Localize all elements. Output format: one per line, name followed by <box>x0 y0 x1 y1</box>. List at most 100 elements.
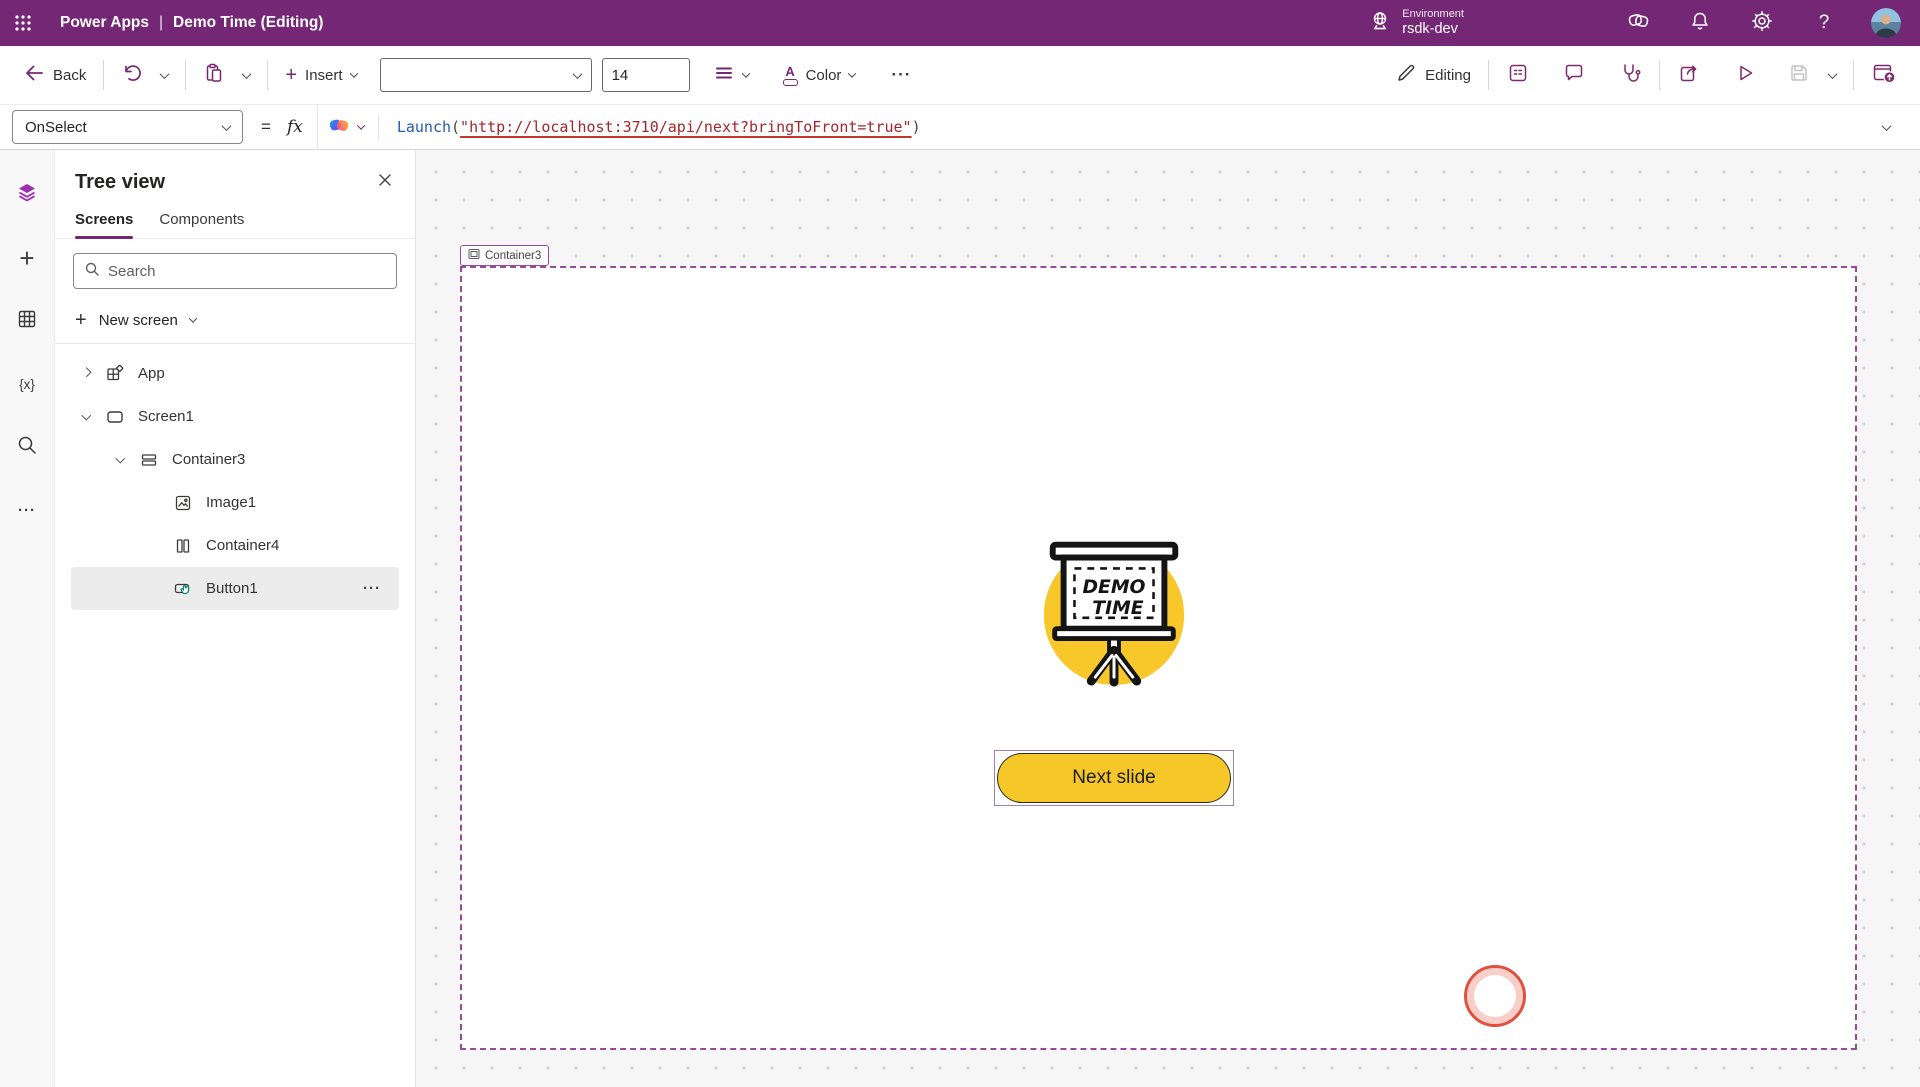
breadcrumb: Power Apps | Demo Time (Editing) <box>60 14 323 32</box>
tree-item-screen1[interactable]: Screen1 <box>55 395 415 438</box>
save-button[interactable] <box>1778 55 1820 95</box>
container-tag-icon <box>468 248 480 263</box>
font-size-input[interactable] <box>602 58 690 92</box>
demo-time-image[interactable]: DEMO TIME <box>1034 520 1194 688</box>
next-slide-button[interactable]: Next slide <box>997 753 1231 803</box>
tab-components[interactable]: Components <box>159 211 244 238</box>
property-selector[interactable]: OnSelect <box>12 110 243 144</box>
chevron-down-icon[interactable] <box>83 412 93 422</box>
app-header: Power Apps | Demo Time (Editing) Environ… <box>0 0 1920 46</box>
account-button[interactable] <box>1862 0 1910 46</box>
avatar <box>1871 8 1901 38</box>
formula-expand-button[interactable] <box>1883 118 1890 136</box>
chevron-right-icon[interactable] <box>83 369 93 379</box>
copilot-formula-button[interactable] <box>328 114 379 141</box>
panel-tabs: Screens Components <box>55 195 415 239</box>
tab-screens[interactable]: Screens <box>75 211 133 238</box>
app-name[interactable]: Power Apps <box>60 14 149 32</box>
gear-icon <box>1750 9 1774 38</box>
help-icon: ? <box>1819 12 1830 34</box>
panel-title: Tree view <box>75 171 165 194</box>
font-family-dropdown[interactable] <box>380 58 592 92</box>
publish-icon <box>1871 61 1897 89</box>
left-rail: + {x} ··· <box>0 150 55 1087</box>
editing-mode-button[interactable]: Editing <box>1386 56 1480 94</box>
close-panel-button[interactable] <box>375 170 395 195</box>
checklist-icon <box>1506 61 1530 89</box>
app-checker-button[interactable] <box>1609 55 1651 95</box>
undo-icon <box>121 62 143 88</box>
container-tag-label: Container3 <box>485 250 541 262</box>
equals-sign: = <box>261 117 271 137</box>
stethoscope-icon <box>1618 61 1642 89</box>
editing-label: Editing <box>1425 67 1471 84</box>
environment-icon <box>1368 9 1392 38</box>
grid-icon <box>16 308 38 335</box>
close-icon <box>377 175 393 192</box>
formula-input[interactable]: Launch("http://localhost:3710/api/next?b… <box>317 105 1908 150</box>
item-more-button[interactable]: ··· <box>363 580 399 597</box>
environment-label: Environment <box>1402 8 1464 21</box>
tree-view-rail-button[interactable] <box>14 182 40 208</box>
more-rail-button[interactable]: ··· <box>14 497 40 523</box>
bell-icon <box>1688 9 1712 38</box>
save-dropdown[interactable] <box>1820 66 1845 85</box>
environment-picker[interactable]: Environment rsdk-dev <box>1368 8 1464 38</box>
undo-button[interactable] <box>112 56 152 94</box>
back-label: Back <box>53 67 86 84</box>
paste-dropdown[interactable] <box>234 66 259 85</box>
alignment-button[interactable] <box>704 56 758 94</box>
button1-selection-box: Next slide <box>994 750 1234 806</box>
notifications-button[interactable] <box>1676 0 1724 46</box>
settings-button[interactable] <box>1738 0 1786 46</box>
comments-button[interactable] <box>1553 55 1595 95</box>
preview-button[interactable] <box>1724 55 1766 95</box>
design-canvas[interactable]: Container3 <box>416 150 1920 1087</box>
search-input[interactable] <box>108 263 386 280</box>
tree-item-container4[interactable]: Container4 <box>55 524 415 567</box>
waffle-menu-icon[interactable] <box>0 0 46 46</box>
container3-element[interactable]: Container3 <box>460 266 1857 1050</box>
command-overflow-button[interactable]: ··· <box>882 59 920 91</box>
variables-rail-button[interactable]: {x} <box>14 371 40 397</box>
chevron-down-icon[interactable] <box>117 455 127 465</box>
tree-view-panel: Tree view Screens Components + New scree… <box>55 150 416 1087</box>
tree-item-label: Container4 <box>206 537 279 554</box>
click-indicator <box>1464 965 1526 1027</box>
save-icon <box>1787 61 1811 89</box>
data-rail-button[interactable] <box>14 308 40 334</box>
color-label: Color <box>806 67 842 84</box>
app-icon <box>105 364 125 384</box>
search-rail-button[interactable] <box>14 434 40 460</box>
tree-search[interactable] <box>73 253 397 289</box>
share-button[interactable] <box>1668 55 1710 95</box>
back-button[interactable]: Back <box>14 56 95 94</box>
tree-item-container3[interactable]: Container3 <box>55 438 415 481</box>
tree-item-image1[interactable]: Image1 <box>55 481 415 524</box>
paste-button[interactable] <box>194 56 234 94</box>
help-button[interactable]: ? <box>1800 0 1848 46</box>
environment-name: rsdk-dev <box>1402 21 1464 38</box>
insert-button[interactable]: + Insert <box>276 59 365 91</box>
copilot-button[interactable] <box>1614 0 1662 46</box>
tree: App Screen1 Container3 Image1 <box>55 344 415 610</box>
document-title: Demo Time (Editing) <box>173 14 323 32</box>
color-button[interactable]: A Color <box>774 59 865 92</box>
pencil-icon <box>1395 62 1417 88</box>
container3-selection-tag[interactable]: Container3 <box>460 245 549 266</box>
property-value: OnSelect <box>25 119 87 136</box>
new-screen-label: New screen <box>99 312 178 329</box>
formula-code[interactable]: Launch("http://localhost:3710/api/next?b… <box>397 118 921 136</box>
tree-item-label: Screen1 <box>138 408 194 425</box>
paste-icon <box>203 62 225 88</box>
font-color-icon: A <box>783 65 798 86</box>
insert-label: Insert <box>305 67 343 84</box>
publish-button[interactable] <box>1862 55 1906 95</box>
app-checklist-button[interactable] <box>1497 55 1539 95</box>
tree-item-app[interactable]: App <box>55 352 415 395</box>
title-separator: | <box>159 14 163 32</box>
undo-dropdown[interactable] <box>152 66 177 85</box>
new-screen-button[interactable]: + New screen <box>55 301 415 344</box>
tree-item-button1[interactable]: Button1 ··· <box>71 567 399 610</box>
insert-rail-button[interactable]: + <box>14 245 40 271</box>
